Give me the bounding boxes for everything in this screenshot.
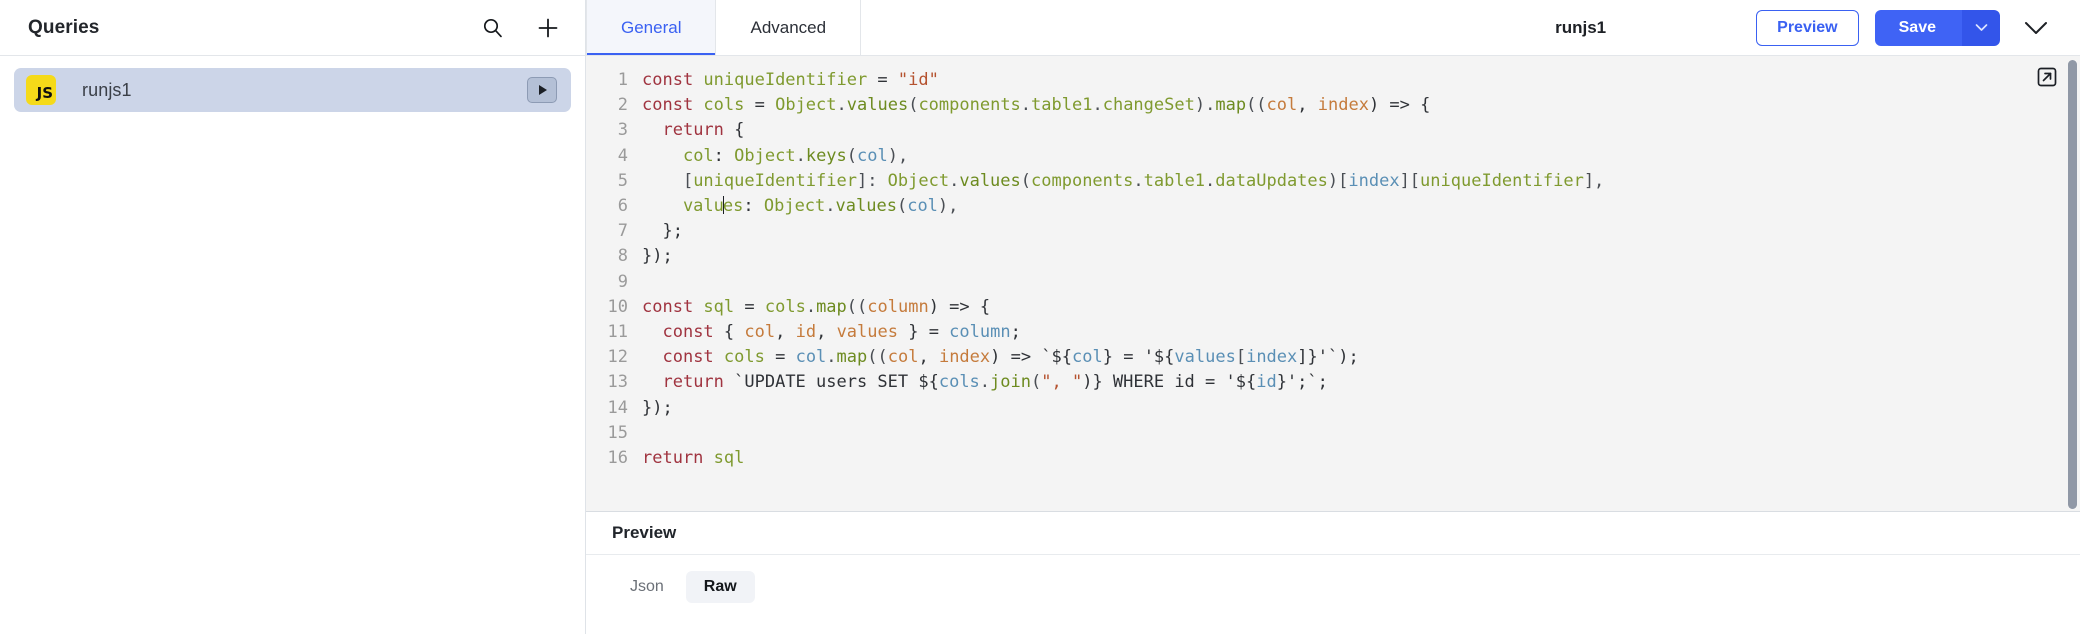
chevron-down-icon[interactable]: [1962, 10, 2000, 46]
list-item[interactable]: JS runjs1: [14, 68, 571, 112]
code-line[interactable]: 2const cols = Object.values(components.t…: [586, 93, 2080, 118]
line-number: 6: [586, 194, 642, 219]
tab-advanced[interactable]: Advanced: [716, 0, 861, 55]
code-line[interactable]: 5 [uniqueIdentifier]: Object.values(comp…: [586, 169, 2080, 194]
code-line-text: return sql: [642, 446, 744, 471]
preview-button[interactable]: Preview: [1756, 10, 1858, 46]
code-line[interactable]: 1const uniqueIdentifier = "id": [586, 68, 2080, 93]
code-line-text: const { col, id, values } = column;: [642, 320, 1021, 345]
code-line[interactable]: 9: [586, 270, 2080, 295]
line-number: 5: [586, 169, 642, 194]
code-editor[interactable]: 1const uniqueIdentifier = "id"2const col…: [586, 56, 2080, 511]
code-line-text: values: Object.values(col),: [642, 194, 958, 219]
line-number: 13: [586, 370, 642, 395]
editor-toolbar: General Advanced runjs1 Preview Save: [586, 0, 2080, 56]
editor-vertical-scrollbar[interactable]: [2068, 60, 2077, 509]
query-list: JS runjs1: [0, 56, 585, 634]
preview-panel-header: Preview: [586, 511, 2080, 555]
line-number: 15: [586, 421, 642, 446]
line-number: 7: [586, 219, 642, 244]
code-line[interactable]: 7 };: [586, 219, 2080, 244]
code-line[interactable]: 16return sql: [586, 446, 2080, 471]
line-number: 8: [586, 244, 642, 269]
line-number: 16: [586, 446, 642, 471]
code-line[interactable]: 11 const { col, id, values } = column;: [586, 320, 2080, 345]
sidebar-header-actions: [477, 13, 563, 43]
code-line-text: const cols = Object.values(components.ta…: [642, 93, 1430, 118]
line-number: 3: [586, 118, 642, 143]
line-number: 14: [586, 396, 642, 421]
code-line-text: };: [642, 219, 683, 244]
query-name-label: runjs1: [82, 80, 527, 101]
toolbar-spacer: [861, 0, 1555, 55]
tab-json[interactable]: Json: [612, 571, 682, 603]
collapse-panel-icon[interactable]: [2016, 20, 2056, 36]
code-line-text: });: [642, 244, 673, 269]
code-line[interactable]: 8});: [586, 244, 2080, 269]
code-line-text: const uniqueIdentifier = "id": [642, 68, 939, 93]
save-button-group[interactable]: Save: [1875, 10, 2000, 46]
code-line-text: return {: [642, 118, 744, 143]
code-line[interactable]: 12 const cols = col.map((col, index) => …: [586, 345, 2080, 370]
code-line-text: col: Object.keys(col),: [642, 144, 908, 169]
toolbar-actions: Preview Save: [1756, 0, 2080, 55]
line-number: 9: [586, 270, 642, 295]
code-line[interactable]: 10const sql = cols.map((column) => {: [586, 295, 2080, 320]
page-title: Queries: [28, 17, 477, 39]
line-number: 10: [586, 295, 642, 320]
preview-format-tabs: Json Raw: [612, 571, 2054, 603]
preview-panel-title: Preview: [612, 523, 676, 543]
tab-raw[interactable]: Raw: [686, 571, 755, 603]
code-line[interactable]: 14});: [586, 396, 2080, 421]
settings-tabs: General Advanced: [586, 0, 861, 55]
external-link-icon[interactable]: [2036, 66, 2058, 88]
line-number: 2: [586, 93, 642, 118]
preview-panel-body: Json Raw: [586, 555, 2080, 634]
code-line-text: const cols = col.map((col, index) => `${…: [642, 345, 1359, 370]
code-line-text: });: [642, 396, 673, 421]
code-line[interactable]: 6 values: Object.values(col),: [586, 194, 2080, 219]
code-line-text: [uniqueIdentifier]: Object.values(compon…: [642, 169, 1604, 194]
code-line[interactable]: 3 return {: [586, 118, 2080, 143]
queries-sidebar: Queries JS runjs1: [0, 0, 586, 634]
code-line[interactable]: 4 col: Object.keys(col),: [586, 144, 2080, 169]
code-line-text: const sql = cols.map((column) => {: [642, 295, 990, 320]
js-file-icon: JS: [26, 75, 56, 105]
line-number: 4: [586, 144, 642, 169]
query-editor-app: Queries JS runjs1: [0, 0, 2080, 634]
main-panel: General Advanced runjs1 Preview Save: [586, 0, 2080, 634]
plus-icon[interactable]: [533, 13, 563, 43]
tab-general[interactable]: General: [586, 0, 716, 55]
line-number: 12: [586, 345, 642, 370]
document-title: runjs1: [1555, 0, 1606, 55]
save-button[interactable]: Save: [1875, 10, 1962, 46]
code-lines-container[interactable]: 1const uniqueIdentifier = "id"2const col…: [586, 56, 2080, 511]
line-number: 1: [586, 68, 642, 93]
code-line[interactable]: 15: [586, 421, 2080, 446]
search-icon[interactable]: [477, 13, 507, 43]
code-line[interactable]: 13 return `UPDATE users SET ${cols.join(…: [586, 370, 2080, 395]
sidebar-header: Queries: [0, 0, 585, 56]
play-icon[interactable]: [527, 77, 557, 103]
line-number: 11: [586, 320, 642, 345]
code-line-text: return `UPDATE users SET ${cols.join(", …: [642, 370, 1328, 395]
